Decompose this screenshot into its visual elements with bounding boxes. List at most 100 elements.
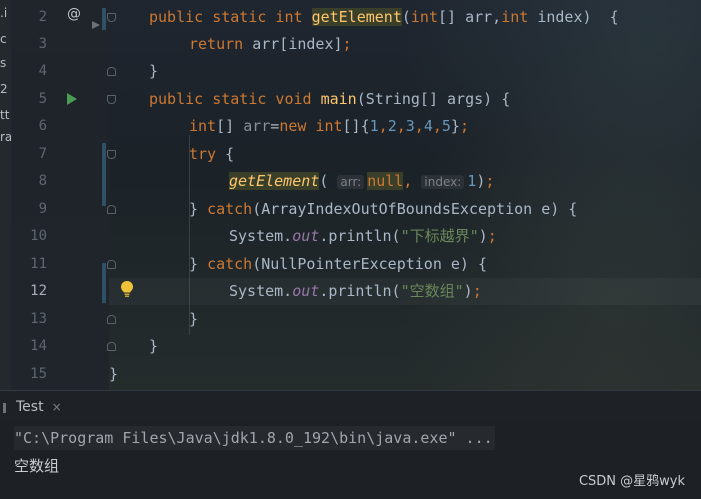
code-token: ;: [487, 227, 497, 245]
code-token: (ArrayIndexOutOfBoundsException e) {: [252, 200, 578, 218]
keyword: try: [189, 145, 226, 163]
code-token: ;: [472, 282, 482, 300]
code-token: ,: [403, 172, 413, 190]
code-token: []{: [342, 117, 370, 135]
line-number: 9: [38, 201, 47, 217]
number: 2: [387, 117, 397, 135]
code-token: }: [189, 200, 208, 218]
code-line[interactable]: return arr[index];: [109, 31, 701, 58]
number: 1: [467, 172, 477, 190]
keyword: int: [189, 117, 217, 135]
code-line[interactable]: } catch(ArrayIndexOutOfBoundsException e…: [109, 196, 701, 223]
code-token: }: [109, 365, 119, 383]
code-line[interactable]: }: [109, 361, 701, 388]
panel-fragment: s: [0, 56, 7, 70]
code-line[interactable]: } catch(NullPointerException e) {: [109, 251, 701, 278]
line-number: 4: [38, 63, 47, 79]
close-tab-icon[interactable]: ×: [52, 400, 62, 414]
string-literal: "空数组": [400, 282, 464, 300]
panel-fragment: c: [0, 32, 7, 46]
code-token: []: [216, 117, 244, 135]
code-token: (NullPointerException e) {: [252, 255, 488, 273]
code-token: System.: [229, 227, 293, 245]
change-marker: [102, 263, 106, 303]
method-call: getElement: [229, 172, 320, 190]
code-token: }: [189, 255, 208, 273]
line-number: 7: [38, 146, 47, 162]
line-number: 5: [38, 91, 47, 107]
change-marker: [102, 8, 106, 30]
line-number: 3: [38, 36, 47, 52]
code-token: }: [149, 337, 159, 355]
method-name: main: [320, 90, 357, 108]
line-number: 15: [30, 366, 47, 382]
code-token: .println(: [319, 282, 401, 300]
watermark: CSDN @星鸦wyk: [578, 474, 685, 489]
code-token: ): [478, 227, 488, 245]
run-config-icon: [3, 402, 6, 413]
code-area[interactable]: public static int getElement(int[] arr,i…: [109, 0, 701, 390]
code-line[interactable]: }: [109, 333, 701, 360]
tab-label: Test: [16, 398, 44, 415]
code-token: =: [270, 117, 280, 135]
override-at-icon[interactable]: @: [67, 6, 81, 22]
code-editor[interactable]: .i c s 2 tt ra 2 3 4 5 6 7 8 9 10 11 12 …: [0, 0, 701, 390]
code-line[interactable]: int[] arr=new int[]{1,2,3,4,5};: [109, 113, 701, 140]
keyword: catch: [207, 200, 253, 218]
code-token: {: [225, 145, 235, 163]
parameter-hint: index:: [421, 175, 465, 189]
number: 1: [369, 117, 379, 135]
line-number-current: 12: [30, 283, 47, 299]
keyword: public static int: [149, 8, 312, 26]
keyword: int: [501, 8, 529, 26]
string-literal: "下标越界": [400, 227, 479, 245]
console-output[interactable]: "C:\Program Files\Java\jdk1.8.0_192\bin\…: [0, 421, 701, 499]
static-field: out: [292, 282, 320, 300]
code-token: .println(: [319, 227, 401, 245]
code-token: [] arr,: [438, 8, 502, 26]
keyword: int: [410, 8, 438, 26]
code-token: index) {: [528, 8, 619, 26]
unused-variable: arr: [243, 117, 271, 135]
line-number: 8: [38, 173, 47, 189]
line-number: 6: [38, 118, 47, 134]
code-token: System.: [229, 282, 293, 300]
tab-test[interactable]: Test ×: [0, 391, 62, 422]
console-output-line: 空数组: [14, 457, 60, 475]
keyword: new: [279, 117, 316, 135]
panel-fragment: tt: [0, 108, 10, 122]
code-line[interactable]: public static int getElement(int[] arr,i…: [109, 4, 701, 31]
code-line[interactable]: try {: [109, 141, 701, 168]
keyword: return: [189, 35, 253, 53]
keyword: null: [367, 172, 404, 190]
code-line[interactable]: public static void main(String[] args) {: [109, 86, 701, 113]
editor-gutter[interactable]: 2 3 4 5 6 7 8 9 10 11 12 13 14 15 @: [11, 0, 133, 390]
implements-arrow-icon[interactable]: [91, 20, 101, 30]
code-line[interactable]: }: [109, 306, 701, 333]
code-line[interactable]: System.out.println("下标越界");: [109, 223, 701, 250]
code-token: ;: [485, 172, 495, 190]
code-token: arr[index]: [252, 35, 343, 53]
code-token: ;: [342, 35, 352, 53]
code-token: ,: [378, 117, 388, 135]
code-token: ;: [459, 117, 469, 135]
code-token: ): [463, 282, 473, 300]
code-token: ,: [414, 117, 424, 135]
code-token: }: [450, 117, 460, 135]
code-token: ,: [396, 117, 406, 135]
code-token: ,: [432, 117, 442, 135]
run-main-icon[interactable]: [66, 92, 78, 106]
number: 3: [405, 117, 415, 135]
code-token: }: [149, 62, 159, 80]
panel-fragment: 2: [0, 82, 8, 96]
line-number: 14: [30, 338, 47, 354]
keyword: int: [315, 117, 343, 135]
method-name: getElement: [311, 8, 402, 26]
code-line[interactable]: getElement( arr: null, index: 1);: [109, 168, 701, 195]
line-number: 11: [30, 256, 47, 272]
code-line-current[interactable]: System.out.println("空数组");: [109, 278, 701, 305]
line-number: 10: [30, 228, 47, 244]
static-field: out: [292, 227, 320, 245]
code-token: (: [319, 172, 338, 190]
code-line[interactable]: }: [109, 58, 701, 85]
